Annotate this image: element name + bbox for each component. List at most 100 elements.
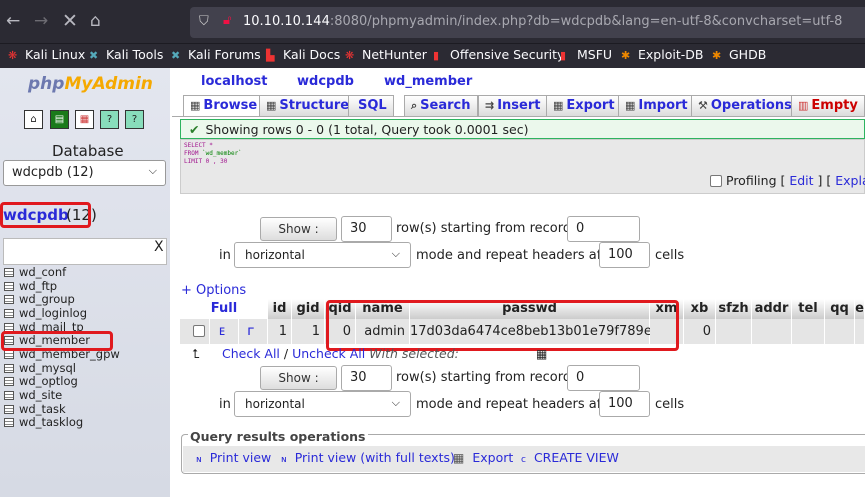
table-filter-input[interactable] [3,238,167,265]
breadcrumb-table[interactable]: wd_member [384,74,472,89]
sidebar-table-item[interactable]: wd_optlog [4,374,78,389]
bookmark-kali-forums[interactable]: ✖ Kali Forums [171,47,261,62]
sidebar-table-item[interactable]: wd_conf [4,265,66,280]
highlight-box [326,300,679,351]
clear-filter-button[interactable]: X [154,239,164,255]
cell-email [855,319,865,344]
import-icon: ▦ [625,99,636,112]
tab-structure[interactable]: ▦ Structure [259,95,357,116]
sql-query-icon[interactable]: ▤ [50,110,69,129]
start-record-input[interactable]: 0 [567,216,640,242]
bookmark-msfu[interactable]: ▮ MSFU [560,47,612,62]
sidebar-table-item[interactable]: wd_tasklog [4,415,83,430]
shield-icon[interactable]: ⛉ [199,14,209,29]
row-select-cell [180,319,210,344]
breadcrumb-server[interactable]: localhost [201,74,267,89]
column-header-id[interactable]: id [268,299,292,319]
options-toggle[interactable]: + Options [181,283,246,298]
tab-insert[interactable]: ⇉ Insert [478,95,548,116]
delete-row-icon[interactable]: ᴦ [239,319,268,344]
tab-divider [172,116,865,117]
print-icon: ɴ [196,455,202,465]
edit-row-icon[interactable]: ᴇ [210,319,239,344]
url-text[interactable]: 10.10.10.144:8080/phpmyadmin/index.php?d… [243,14,842,29]
bookmark-ghdb[interactable]: ✱ GHDB [712,47,766,62]
highlight-box [1,331,113,351]
show-button[interactable]: Show : [260,366,337,390]
database-select[interactable]: wdcpdb (12) ⌵ [3,160,166,186]
sidebar-table-item[interactable]: wd_group [4,292,75,307]
bulk-actions: ⮤ Check All / Uncheck All With selected: [192,346,459,361]
create-view-link[interactable]: ᴄ CREATE VIEW [521,450,619,465]
full-texts-toggle[interactable]: Full [180,299,268,319]
start-record-input[interactable]: 0 [567,365,640,391]
select-arrow-icon: ⮤ [192,346,200,361]
breadcrumb-database[interactable]: wdcpdb [297,74,354,89]
help-icon[interactable]: ? [100,110,119,129]
sql-line: SELECT * [184,142,213,149]
structure-icon: ▦ [266,99,277,112]
show-button[interactable]: Show : [260,217,337,241]
tab-empty[interactable]: ▥ Empty [791,95,865,116]
display-mode-select[interactable]: horizontal ⌵ [234,242,411,268]
phpmyadmin-logo[interactable]: phpMyAdmin [28,74,153,94]
sidebar-table-item[interactable]: wd_site [4,388,62,403]
stop-icon[interactable]: ✕ [62,11,78,31]
bookmark-kali-docs[interactable]: ▙ Kali Docs [266,47,340,62]
chevron-down-icon: ⌵ [391,396,400,409]
bookmark-exploit-db[interactable]: ✱ Exploit-DB [621,47,703,62]
display-mode-select[interactable]: horizontal ⌵ [234,391,411,417]
bookmark-nethunter[interactable]: ❋ NetHunter [345,47,427,62]
rows-label: row(s) starting from record # [396,221,587,236]
bookmark-kali-tools[interactable]: ✖ Kali Tools [89,47,163,62]
insert-icon: ⇉ [485,99,495,112]
with-selected-label: With selected: [369,346,459,361]
home-icon[interactable]: ⌂ [24,110,43,129]
tab-browse[interactable]: ▦ Browse [183,95,265,116]
repeat-headers-input[interactable]: 100 [599,242,650,268]
column-header-tel[interactable]: tel [792,299,825,319]
profiling-checkbox[interactable] [710,175,722,187]
profiling-control: Profiling [ Edit ] [ Explain [710,173,865,188]
print-view-full-link[interactable]: ɴ Print view (with full texts) [281,450,455,465]
export-selected-icon[interactable]: ▦ [536,347,547,361]
kali-icon: ❋ [8,49,18,62]
export-link[interactable]: ▦ Export [453,450,513,465]
edit-query-link[interactable]: Edit [789,173,813,188]
export-icon: ▦ [453,451,465,465]
column-header-gid[interactable]: gid [292,299,325,319]
chevron-down-icon: ⌵ [391,247,400,260]
home-icon[interactable]: ⌂ [90,11,101,31]
forward-icon[interactable]: → [34,11,48,31]
tab-sql[interactable]: SQL [348,95,394,116]
docs-icon[interactable]: ▦ [75,110,94,129]
export-icon: ▦ [553,99,564,112]
rows-input[interactable]: 30 [341,365,392,391]
uncheck-all-link[interactable]: Uncheck All [292,346,365,361]
repeat-headers-input[interactable]: 100 [599,391,650,417]
column-header-sfzh[interactable]: sfzh [716,299,752,319]
column-header-addr[interactable]: addr [752,299,792,319]
bookmark-kali-linux[interactable]: ❋ Kali Linux [8,47,85,62]
column-header-qq[interactable]: qq [825,299,855,319]
bookmark-offensive-security[interactable]: ▮ Offensive Security [433,47,564,62]
cell-tel [792,319,825,344]
tab-operations[interactable]: ⚒ Operations [691,95,799,116]
rows-input[interactable]: 30 [341,216,392,242]
check-all-link[interactable]: Check All [222,346,280,361]
check-icon: ✔ [189,122,200,137]
row-checkbox[interactable] [193,325,205,337]
column-header-xb[interactable]: xb [684,299,716,319]
docs-help-icon[interactable]: ? [125,110,144,129]
nethunter-icon: ❋ [345,49,355,62]
insecure-lock-icon[interactable]: 🔓︎ [223,13,231,28]
explain-link[interactable]: Explain [835,173,865,188]
tab-import[interactable]: ▦ Import [618,95,695,116]
in-label: in [219,248,231,263]
print-view-link[interactable]: ɴ Print view [196,450,271,465]
sidebar-table-item[interactable]: wd_loginlog [4,306,87,321]
back-icon[interactable]: ← [6,11,20,31]
column-header-email[interactable]: e [855,299,865,319]
tab-export[interactable]: ▦ Export [546,95,622,116]
tab-search[interactable]: ⌕ Search [404,95,478,116]
